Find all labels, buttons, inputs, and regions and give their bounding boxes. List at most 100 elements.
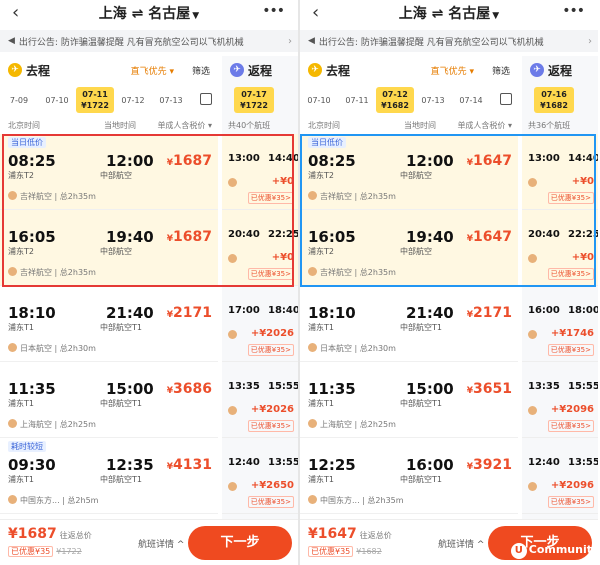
airline-logo-icon <box>528 178 537 187</box>
right-screen: ‹ 上海 ⇌ 名古屋 ▼ ••• ◀︎ 出行公告: 防诈骗温馨提醒 凡有冒充航空公… <box>300 0 598 565</box>
airline-logo-icon <box>528 482 537 491</box>
flight-row[interactable]: 当日低价 08:25 12:00 浦东T2 中部航空 ¥1687 吉祥航空 | 总2h35m <box>0 134 218 210</box>
top-bar: ‹ 上海 ⇌ 名古屋 ▼ ••• <box>300 0 598 28</box>
arrival-airport: 中部航空T1 <box>100 323 142 332</box>
date-selector: 7-09 07-10 07-11 ¥1722 07-12 07-13 <box>0 84 218 116</box>
departure-airport: 浦东T1 <box>308 399 334 408</box>
departure-airport: 浦东T1 <box>308 475 334 484</box>
plane-badge-icon: ✈ <box>230 63 244 77</box>
direct-preference-dropdown[interactable]: 直飞优先 ▾ <box>431 64 474 77</box>
flight-row[interactable]: 18:10 21:40 浦东T1 中部航空T1 ¥2171 日本航空 | 总2h30m <box>0 286 218 362</box>
airline-info: 吉祥航空 | 总2h35m <box>8 191 96 202</box>
speaker-icon: ◀︎ <box>308 36 315 46</box>
date-option[interactable]: 7-09 <box>0 95 38 106</box>
airline-logo-icon <box>228 254 237 263</box>
flight-row[interactable]: 11:35 15:00 浦东T1 中部航空T1 ¥3686 上海航空 | 总2h25m <box>0 362 218 438</box>
return-departure-time: 13:00 <box>528 153 560 164</box>
airline-logo-icon <box>528 254 537 263</box>
calendar-icon[interactable] <box>500 93 512 105</box>
filter-button[interactable]: 筛选 <box>192 64 210 77</box>
departure-time: 18:10 <box>308 304 356 322</box>
departure-time: 16:05 <box>308 228 356 246</box>
date-option-selected[interactable]: 07-17 ¥1722 <box>234 87 274 113</box>
return-header: ✈ 返程 <box>222 56 298 84</box>
flight-price: ¥1687 <box>166 229 212 245</box>
date-option[interactable]: 07-12 <box>114 95 152 106</box>
return-flight-row[interactable]: 20:40 22:25 +¥0 已优惠¥35> <box>222 210 298 286</box>
return-flight-row[interactable]: 13:35 15:55 +¥2026 已优惠¥35> <box>222 362 298 438</box>
next-step-button[interactable]: 下一步 <box>188 526 292 560</box>
flight-row[interactable]: 18:10 21:40 浦东T1 中部航空T1 ¥2171 日本航空 | 总2h30m <box>300 286 518 362</box>
return-flight-row[interactable]: 13:00 14:40 +¥0 已优惠¥35> <box>222 134 298 210</box>
flight-row[interactable]: 耗时较短 09:30 12:35 浦东T1 中部航空T1 ¥4131 中国东方... | 总… <box>0 438 218 514</box>
date-option-selected[interactable]: 07-12 ¥1682 <box>376 87 414 113</box>
price-sort-dropdown[interactable]: 单成人含税价 ▾ <box>457 120 512 131</box>
price-difference: +¥2096 <box>550 404 594 415</box>
discount-line: 已优惠¥35 ¥1722 <box>8 546 82 557</box>
route-title[interactable]: 上海 ⇌ 名古屋 ▼ <box>300 3 598 23</box>
outbound-flight-list: 当日低价 08:25 12:00 浦东T2 中部航空 ¥1687 吉祥航空 | 总2h35m… <box>0 134 218 514</box>
price-sort-dropdown[interactable]: 单成人含税价 ▾ <box>157 120 212 131</box>
route-title[interactable]: 上海 ⇌ 名古屋 ▼ <box>0 3 298 23</box>
plane-badge-icon: ✈ <box>308 63 322 77</box>
return-flight-row[interactable]: 13:35 15:55 +¥2096 已优惠¥35> <box>522 362 598 438</box>
more-icon[interactable]: ••• <box>262 3 285 19</box>
flight-price: ¥2171 <box>466 305 512 321</box>
date-option-selected[interactable]: 07-16 ¥1682 <box>534 87 574 113</box>
departure-airport: 浦东T1 <box>8 475 34 484</box>
bottom-bar: ¥1687 往返总价 已优惠¥35 ¥1722 航班详情 ^ 下一步 <box>0 519 298 565</box>
return-flight-row[interactable]: 12:40 13:55 +¥2096 已优惠¥35> <box>522 438 598 514</box>
date-option[interactable]: 07-13 <box>414 95 452 106</box>
flight-row[interactable]: 当日低价 08:25 12:00 浦东T2 中部航空 ¥1647 吉祥航空 | 总2h35m <box>300 134 518 210</box>
more-icon[interactable]: ••• <box>562 3 585 19</box>
departure-airport: 浦东T2 <box>308 247 334 256</box>
date-option[interactable]: 07-10 <box>300 95 338 106</box>
chevron-down-icon: ▼ <box>192 11 200 21</box>
flight-row[interactable]: 16:05 19:40 浦东T2 中部航空 ¥1647 吉祥航空 | 总2h35m <box>300 210 518 286</box>
airline-logo-icon <box>8 191 17 200</box>
arrival-airport: 中部航空 <box>100 171 132 180</box>
return-flight-row[interactable]: 17:00 18:40 +¥2026 已优惠¥35> <box>222 286 298 362</box>
arrival-airport: 中部航空T1 <box>400 475 442 484</box>
return-flight-list: 13:00 14:40 +¥0 已优惠¥35> 20:40 22:25 +¥0 已优惠¥35>… <box>222 134 298 514</box>
departure-time: 16:05 <box>8 228 56 246</box>
return-flight-row[interactable]: 13:00 14:40 +¥0 已优惠¥35> <box>522 134 598 210</box>
discount-line: 已优惠¥35 ¥1682 <box>308 546 382 557</box>
notice-bar[interactable]: ◀︎ 出行公告: 防诈骗温馨提醒 凡有冒充航空公司以飞机机械 › <box>0 30 298 52</box>
return-arrival-time: 18:00 <box>568 305 598 316</box>
calendar-icon[interactable] <box>200 93 212 105</box>
departure-airport: 浦东T2 <box>8 171 34 180</box>
return-departure-time: 20:40 <box>228 229 260 240</box>
airline-logo-icon <box>8 267 17 276</box>
flight-row[interactable]: 12:25 16:00 浦东T1 中部航空T1 ¥3921 中国东方... | 总2h35… <box>300 438 518 514</box>
direct-preference-dropdown[interactable]: 直飞优先 ▾ <box>131 64 174 77</box>
flight-row[interactable]: 11:35 15:00 浦东T1 中部航空T1 ¥3651 上海航空 | 总2h25m <box>300 362 518 438</box>
return-flight-row[interactable]: 12:40 13:55 +¥2650 已优惠¥35> <box>222 438 298 514</box>
arrival-time: 15:00 <box>106 380 154 398</box>
notice-bar[interactable]: ◀︎ 出行公告: 防诈骗温馨提醒 凡有冒充航空公司以飞机机械 › <box>300 30 598 52</box>
departure-time: 18:10 <box>8 304 56 322</box>
date-option[interactable]: 07-14 <box>452 95 490 106</box>
filter-button[interactable]: 筛选 <box>492 64 510 77</box>
discount-badge: 已优惠¥35> <box>247 344 294 356</box>
outbound-column: ✈ 去程 直飞优先 ▾ 筛选 07-10 07-11 07-12 ¥1682 07… <box>300 56 518 514</box>
airline-info: 吉祥航空 | 总2h35m <box>8 267 96 278</box>
total-price: ¥1647 往返总价 <box>308 526 392 542</box>
return-flight-list: 13:00 14:40 +¥0 已优惠¥35> 20:40 22:25 +¥0 已优惠¥35>… <box>522 134 598 514</box>
return-flight-row[interactable]: 16:00 18:00 +¥1746 已优惠¥35> <box>522 286 598 362</box>
flight-details-toggle[interactable]: 航班详情 ^ <box>438 537 484 550</box>
date-option[interactable]: 07-11 <box>338 95 376 106</box>
community-watermark: U Communit <box>510 543 592 559</box>
return-column: ✈ 返程 07-17 ¥1722 共40个航班 13:00 14:40 +¥0 已优惠¥… <box>222 56 298 565</box>
flight-count: 共40个航班 <box>228 121 271 130</box>
return-departure-time: 17:00 <box>228 305 260 316</box>
flight-details-toggle[interactable]: 航班详情 ^ <box>138 537 184 550</box>
arrival-airport: 中部航空T1 <box>100 399 142 408</box>
date-option[interactable]: 07-10 <box>38 95 76 106</box>
return-flight-row[interactable]: 20:40 22:25 +¥0 已优惠¥35> <box>522 210 598 286</box>
airline-info: 日本航空 | 总2h30m <box>308 343 396 354</box>
return-column: ✈ 返程 07-16 ¥1682 共36个航班 13:00 14:40 +¥0 已优惠¥… <box>522 56 598 565</box>
date-option-selected[interactable]: 07-11 ¥1722 <box>76 87 114 113</box>
flight-row[interactable]: 16:05 19:40 浦东T2 中部航空 ¥1687 吉祥航空 | 总2h35m <box>0 210 218 286</box>
date-option[interactable]: 07-13 <box>152 95 190 106</box>
